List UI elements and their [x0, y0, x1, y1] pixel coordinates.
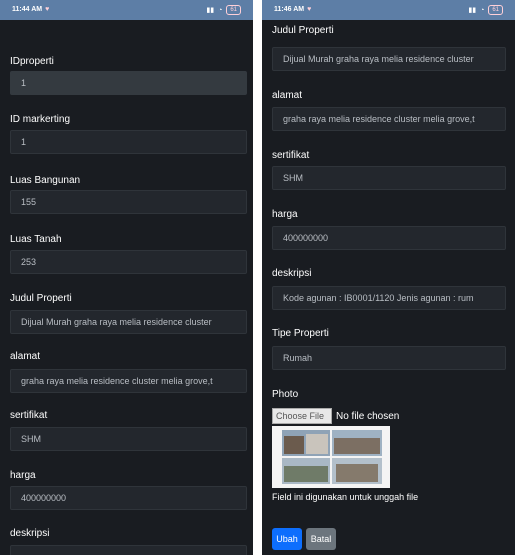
label-judul-properti: Judul Properti [10, 293, 72, 304]
signal-icon: ▮▮ [206, 7, 215, 14]
status-time: 11:46 AM [274, 6, 305, 13]
batal-button[interactable]: Batal [306, 528, 336, 550]
harga-field[interactable]: 400000000 [10, 486, 247, 510]
label-id-marketing: ID markerting [10, 114, 71, 125]
deskripsi-field[interactable]: Kode agunan : IB0001/1120 Jenis agunan :… [272, 286, 506, 310]
label-alamat: alamat [10, 351, 41, 362]
ubah-button[interactable]: Ubah [272, 528, 302, 550]
id-marketing-field[interactable]: 1 [10, 130, 247, 154]
alamat-field[interactable]: graha raya melia residence cluster melia… [10, 369, 247, 393]
status-bar: 11:44 AM ♥ ▮▮ ◔ 61 [0, 0, 253, 20]
heart-icon: ♥ [45, 6, 50, 13]
label-deskripsi: deskripsi [272, 268, 312, 279]
label-tipe-properti: Tipe Properti [272, 328, 329, 339]
wifi-icon: ◔ [218, 6, 223, 14]
alamat-field[interactable]: graha raya melia residence cluster melia… [272, 107, 506, 131]
idproperti-field: 1 [10, 71, 247, 95]
status-bar: 11:46 AM ♥ ▮▮ ◔ 61 [262, 0, 515, 20]
status-time: 11:44 AM [12, 6, 43, 13]
label-harga: harga [10, 470, 36, 481]
label-sertifikat: sertifikat [272, 150, 310, 161]
label-alamat: alamat [272, 90, 303, 101]
right-screen: 11:46 AM ♥ ▮▮ ◔ 61 Judul Properti Dijual … [262, 0, 515, 555]
battery-icon: 61 [488, 5, 503, 15]
label-sertifikat: sertifikat [10, 410, 48, 421]
label-deskripsi: deskripsi [10, 528, 50, 539]
label-judul-properti: Judul Properti [272, 25, 334, 36]
deskripsi-field[interactable] [10, 545, 247, 555]
sertifikat-field[interactable]: SHM [272, 166, 506, 190]
harga-field[interactable]: 400000000 [272, 226, 506, 250]
battery-icon: 61 [226, 5, 241, 15]
no-file-text: No file chosen [336, 410, 400, 422]
label-idproperti: IDproperti [10, 56, 54, 67]
help-text: Field ini digunakan untuk unggah file [272, 492, 419, 502]
choose-file-button[interactable]: Choose File [272, 408, 332, 424]
sertifikat-field[interactable]: SHM [10, 427, 247, 451]
judul-properti-field[interactable]: Dijual Murah graha raya melia residence … [272, 47, 506, 71]
file-input[interactable]: Choose File No file chosen [272, 408, 399, 424]
wifi-icon: ◔ [480, 6, 485, 14]
judul-properti-field[interactable]: Dijual Murah graha raya melia residence … [10, 310, 247, 334]
left-screen: 11:44 AM ♥ ▮▮ ◔ 61 IDproperti 1 ID marker… [0, 0, 253, 555]
label-luas-bangunan: Luas Bangunan [10, 175, 81, 186]
label-luas-tanah: Luas Tanah [10, 234, 62, 245]
signal-icon: ▮▮ [468, 7, 477, 14]
tipe-properti-field[interactable]: Rumah [272, 346, 506, 370]
luas-bangunan-field[interactable]: 155 [10, 190, 247, 214]
label-photo: Photo [272, 389, 299, 400]
label-harga: harga [272, 209, 298, 220]
photo-preview [272, 426, 390, 488]
heart-icon: ♥ [307, 6, 312, 13]
luas-tanah-field[interactable]: 253 [10, 250, 247, 274]
